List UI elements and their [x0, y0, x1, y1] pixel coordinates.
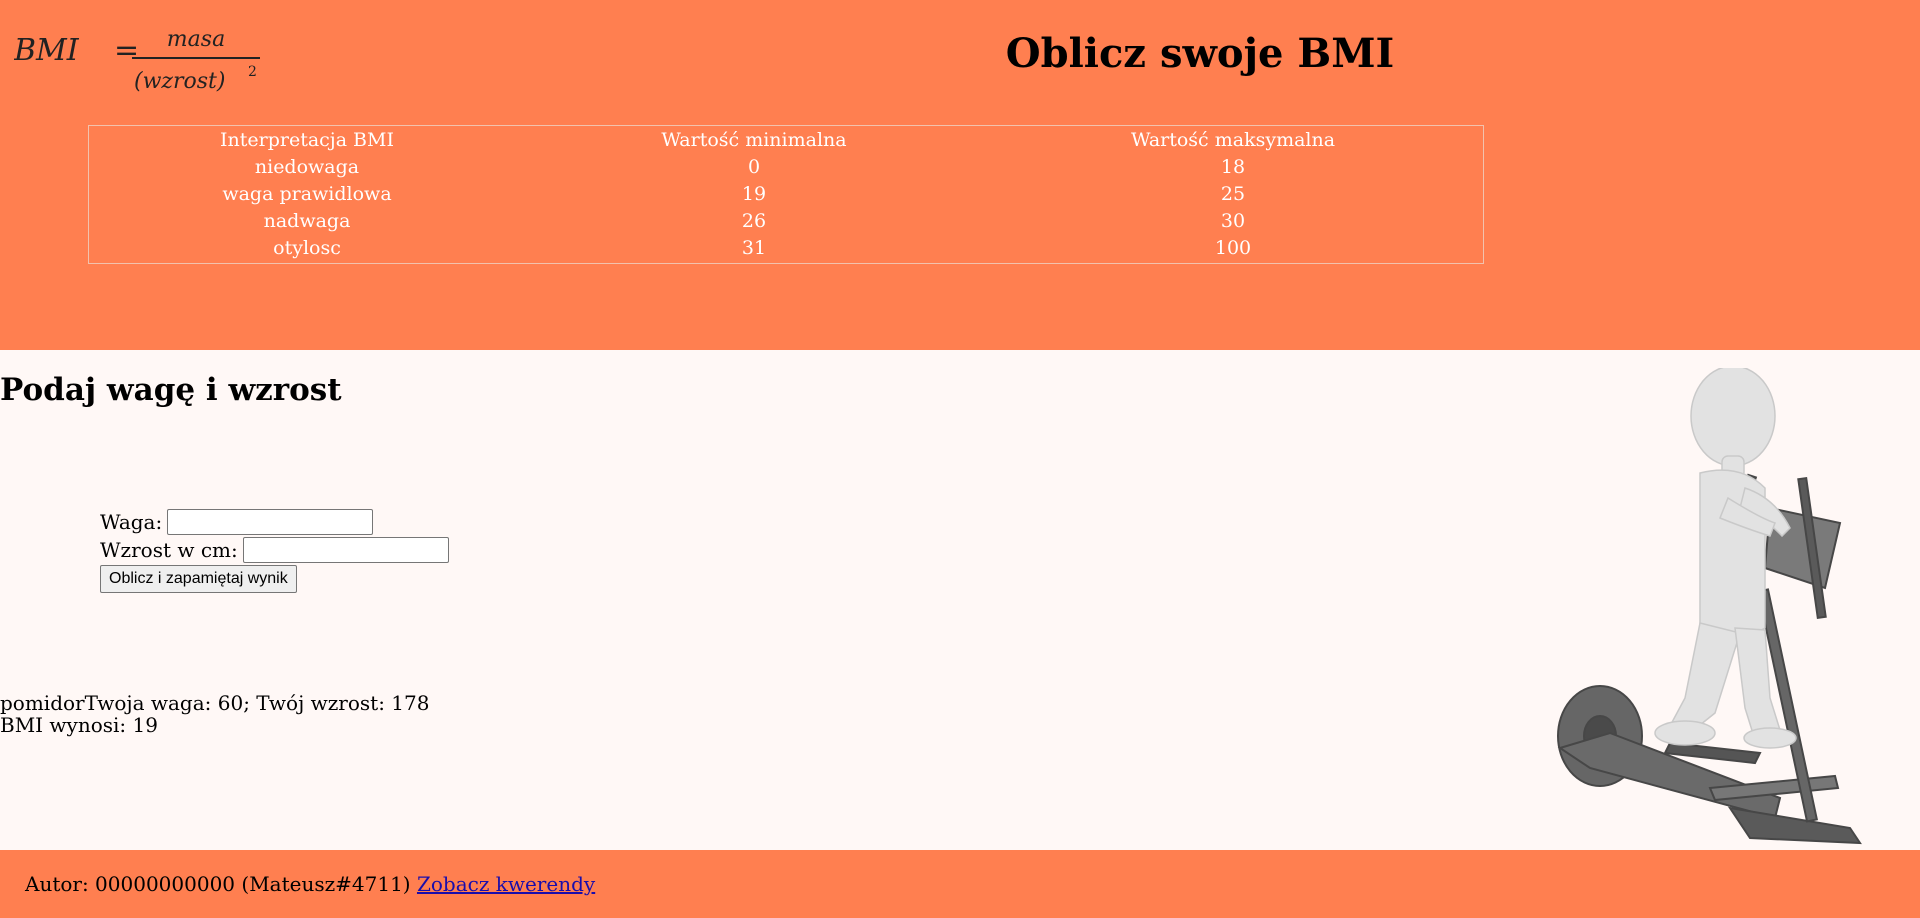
weight-input[interactable] [167, 509, 374, 535]
author-info: Autor: 00000000000 (Mateusz#4711) [25, 872, 411, 896]
table-cell: 25 [1220, 183, 1246, 205]
bmi-formula-image: BMI = masa (wzrost) 2 [14, 27, 260, 94]
calculate-and-save-button[interactable]: Oblicz i zapamiętaj wynik [100, 564, 297, 593]
table-cell: waga prawidlowa [222, 183, 392, 205]
table-cell: 19 [741, 183, 767, 205]
footer-text: Autor: 00000000000 (Mateusz#4711) Zobacz… [25, 872, 595, 896]
height-label: Wzrost w cm: [100, 538, 238, 562]
table-row: nadwaga 26 30 [91, 209, 1481, 234]
table-cell: 18 [1220, 156, 1246, 178]
formula-denominator: (wzrost) [134, 69, 225, 94]
height-row: Wzrost w cm: [100, 536, 449, 564]
formula-numerator: masa [167, 27, 225, 52]
bmi-form: Waga: Wzrost w cm: Oblicz i zapamiętaj w… [100, 508, 449, 593]
table-cell: 30 [1220, 210, 1246, 232]
page-title: Oblicz swoje BMI [1005, 30, 1395, 77]
table-row: otylosc 31 100 [91, 236, 1481, 261]
table-row: waga prawidlowa 19 25 [91, 182, 1481, 207]
header: BMI = masa (wzrost) 2 Oblicz swoje BMI I… [0, 0, 1920, 350]
height-input[interactable] [242, 537, 449, 563]
table-cell: 100 [1214, 237, 1252, 259]
table-header-row: Interpretacja BMI Wartość minimalna Wart… [91, 128, 1481, 153]
elliptical-trainer-figure-image [1557, 368, 1862, 845]
table-cell: otylosc [273, 237, 341, 259]
table-cell: 0 [747, 156, 761, 178]
bmi-interpretation-table: Interpretacja BMI Wartość minimalna Wart… [88, 125, 1484, 264]
table-cell: nadwaga [263, 210, 351, 232]
column-header: Interpretacja BMI [220, 129, 394, 151]
column-header: Wartość maksymalna [1130, 129, 1336, 151]
table-cell: 26 [741, 210, 767, 232]
table-cell: niedowaga [254, 156, 360, 178]
formula-exponent: 2 [248, 64, 257, 80]
view-queries-link[interactable]: Zobacz kwerendy [417, 872, 595, 896]
weight-row: Waga: [100, 508, 449, 536]
result-output: pomidorTwoja waga: 60; Twój wzrost: 178 … [0, 692, 429, 736]
table-cell: 31 [741, 237, 767, 259]
formula-lhs: BMI [14, 33, 80, 68]
section-heading: Podaj wagę i wzrost [0, 372, 342, 408]
table-row: niedowaga 0 18 [91, 155, 1481, 180]
result-line-bmi: BMI wynosi: 19 [0, 713, 158, 737]
submit-row: Oblicz i zapamiętaj wynik [100, 564, 449, 593]
footer: Autor: 00000000000 (Mateusz#4711) Zobacz… [0, 850, 1920, 918]
column-header: Wartość minimalna [661, 129, 847, 151]
formula-equals: = [114, 33, 139, 68]
weight-label: Waga: [100, 510, 163, 534]
result-line-weight-height: pomidorTwoja waga: 60; Twój wzrost: 178 [0, 691, 430, 715]
